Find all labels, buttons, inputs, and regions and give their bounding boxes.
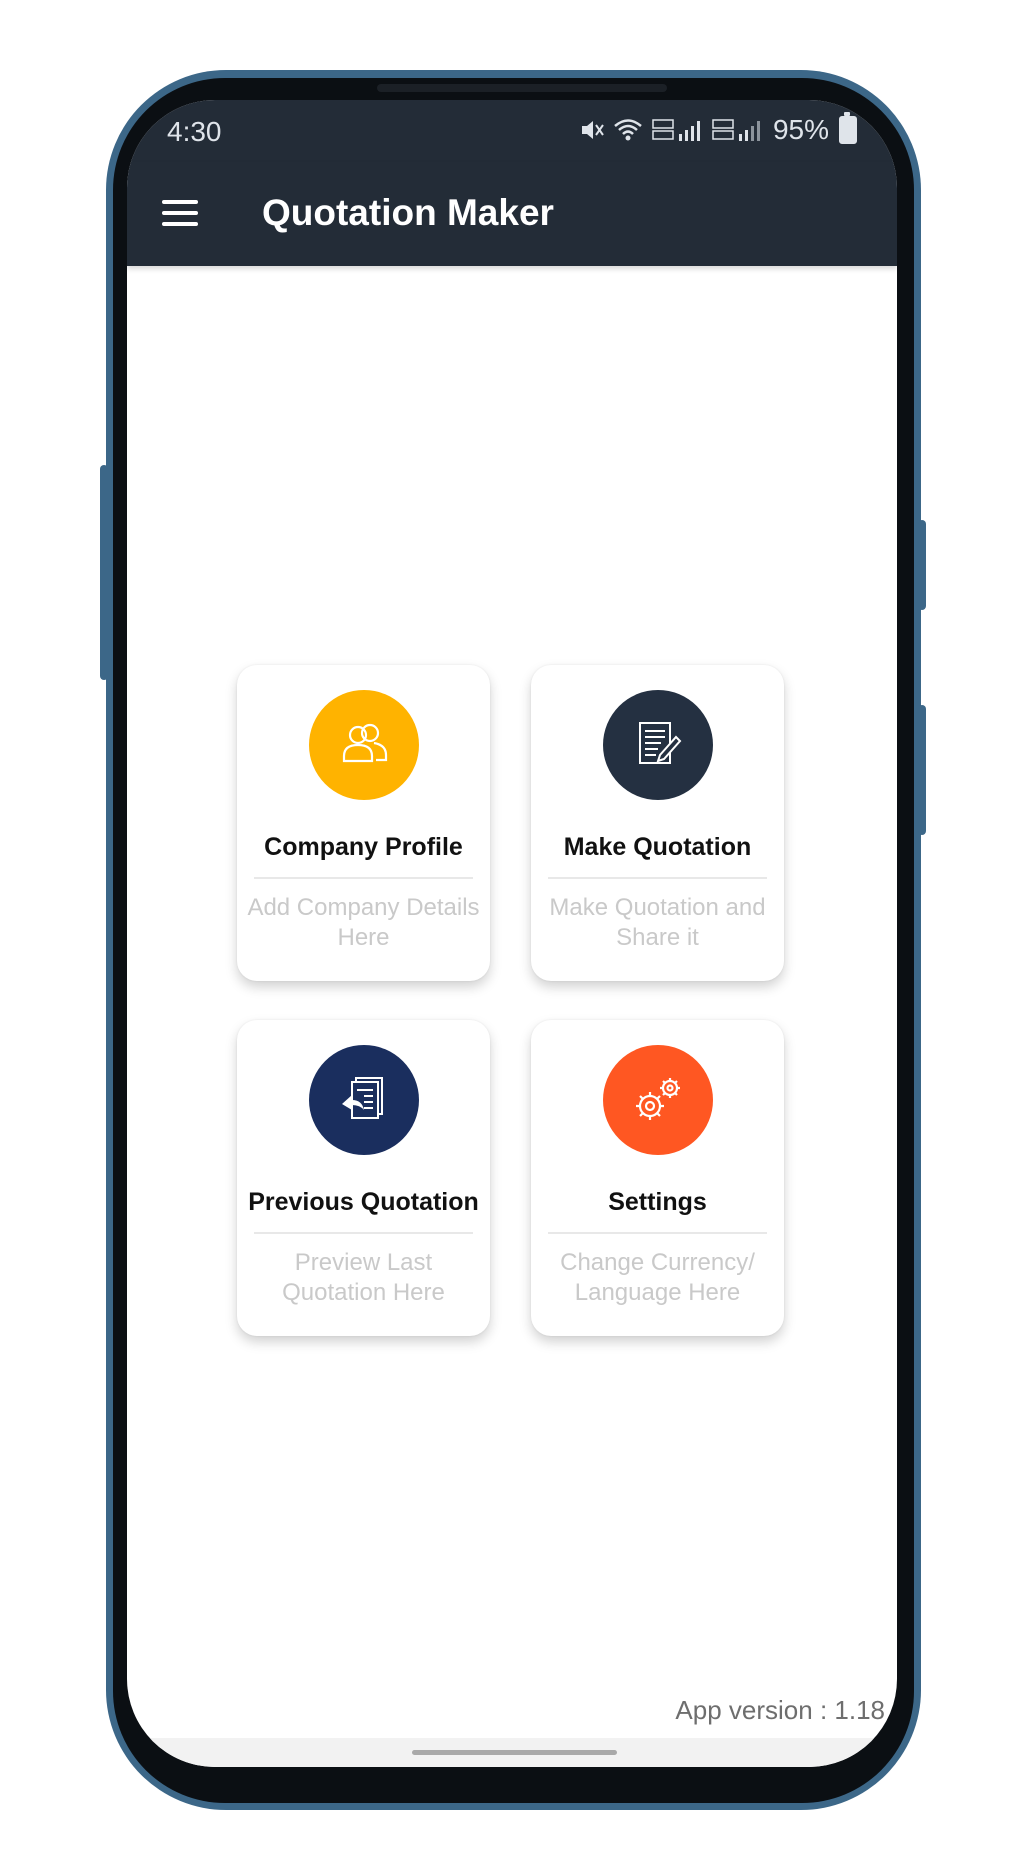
status-icons: [579, 116, 763, 144]
side-key-upper: [918, 520, 926, 610]
app-version-label: App version : 1.18: [675, 1695, 885, 1725]
card-description: Change Currency/ Language Here: [560, 1249, 755, 1306]
wifi-icon: [614, 119, 642, 141]
card-divider: [548, 877, 767, 879]
hamburger-menu-icon[interactable]: [162, 196, 200, 230]
card-title: Make Quotation: [563, 833, 752, 861]
app-title: Quotation Maker: [262, 192, 554, 233]
gears-icon: [603, 1045, 713, 1155]
battery-percent: 95%: [772, 114, 829, 145]
mute-icon: [581, 121, 604, 139]
earpiece: [377, 84, 667, 92]
card-description: Make Quotation and Share it: [549, 894, 766, 951]
battery-icon: [839, 112, 857, 144]
status-right: 95%: [579, 112, 857, 146]
card-title: Previous Quotation: [248, 1188, 479, 1216]
card-description: Preview Last Quotation Here: [282, 1249, 445, 1306]
card-divider: [548, 1232, 767, 1234]
document-edit-icon: [603, 690, 713, 800]
card-divider: [254, 877, 473, 879]
users-icon: [309, 690, 419, 800]
menu-grid: Company Profile Add Company Details Here…: [237, 665, 787, 1336]
status-time: 4:30: [167, 116, 222, 147]
gesture-nav-bar: [127, 1738, 897, 1767]
document-back-icon: [309, 1045, 419, 1155]
app-toolbar: Quotation Maker: [127, 162, 897, 266]
card-divider: [254, 1232, 473, 1234]
company-profile-card[interactable]: Company Profile Add Company Details Here: [237, 665, 490, 981]
app-screen: 4:30 95% Quotation Maker Company Profile…: [127, 100, 897, 1767]
volte-lte1-signal-icon: [652, 119, 700, 141]
previous-quotation-card[interactable]: Previous Quotation Preview Last Quotatio…: [237, 1020, 490, 1336]
card-title: Company Profile: [264, 833, 463, 861]
settings-card[interactable]: Settings Change Currency/ Language Here: [531, 1020, 784, 1336]
volume-button: [100, 465, 108, 680]
volte-lte2-signal-icon: [712, 119, 760, 141]
card-title: Settings: [608, 1188, 707, 1216]
home-indicator[interactable]: [412, 1750, 617, 1755]
make-quotation-card[interactable]: Make Quotation Make Quotation and Share …: [531, 665, 784, 981]
power-button: [918, 705, 926, 835]
status-bar: 4:30 95%: [127, 100, 897, 162]
card-description: Add Company Details Here: [247, 894, 480, 951]
